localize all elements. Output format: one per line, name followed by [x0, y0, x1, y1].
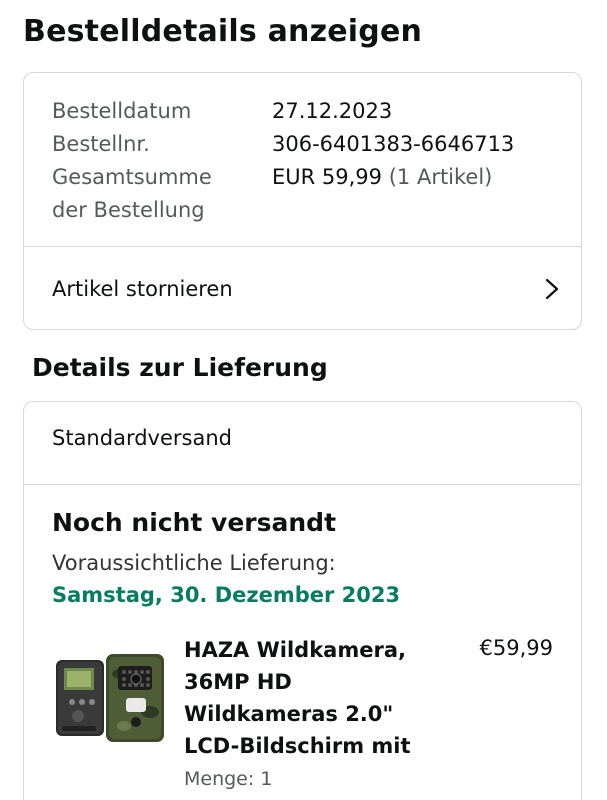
chevron-right-icon: [545, 278, 559, 299]
shipping-method: Standardversand: [52, 426, 232, 450]
eta-label: Voraussichtliche Lieferung:: [52, 551, 336, 575]
order-details-page: Bestelldetails anzeigen Bestelldatum 27.…: [0, 0, 607, 800]
order-number-label: Bestellnr.: [52, 132, 150, 156]
delivery-section-title: Details zur Lieferung: [32, 353, 328, 382]
order-date-label: Bestelldatum: [52, 99, 192, 123]
order-summary-grid: Bestelldatum 27.12.2023 Bestellnr. 306-6…: [52, 95, 514, 227]
order-total-row: Gesamtsumme der Bestellung EUR 59,99 (1 …: [52, 161, 514, 227]
product-title-line: LCD-Bildschirm mit: [184, 734, 411, 758]
order-total-label-line1: Gesamtsumme: [52, 165, 212, 189]
product-title-line: Wildkameras 2.0": [184, 702, 394, 726]
product-title-line: 36MP HD: [184, 670, 292, 694]
order-date-row: Bestelldatum 27.12.2023: [52, 95, 514, 128]
order-date-value: 27.12.2023: [272, 99, 393, 123]
trail-camera-image[interactable]: [54, 652, 166, 744]
order-summary-card: Bestelldatum 27.12.2023 Bestellnr. 306-6…: [23, 72, 582, 330]
cancel-items-label: Artikel stornieren: [52, 276, 233, 301]
product-title[interactable]: HAZA Wildkamera, 36MP HD Wildkameras 2.0…: [184, 634, 424, 762]
delivery-card: Standardversand Noch nicht versandt Vora…: [23, 401, 582, 800]
order-total-amount: EUR 59,99: [272, 165, 383, 189]
delivery-divider: [24, 484, 581, 485]
eta-date: Samstag, 30. Dezember 2023: [52, 583, 401, 607]
cancel-items-button[interactable]: Artikel stornieren: [24, 247, 581, 330]
order-total-items: (1 Artikel): [388, 165, 493, 189]
page-title: Bestelldetails anzeigen: [23, 14, 423, 49]
product-quantity: Menge: 1: [184, 768, 273, 790]
product-price: €59,99: [479, 636, 553, 660]
order-total-value: EUR 59,99 (1 Artikel): [272, 161, 492, 227]
order-number-value: 306-6401383-6646713: [272, 132, 515, 156]
shipment-status: Noch nicht versandt: [52, 508, 337, 537]
order-total-label-line2: der Bestellung: [52, 198, 205, 222]
product-title-line: HAZA Wildkamera,: [184, 638, 406, 662]
order-total-label: Gesamtsumme der Bestellung: [52, 161, 272, 227]
order-number-row: Bestellnr. 306-6401383-6646713: [52, 128, 514, 161]
